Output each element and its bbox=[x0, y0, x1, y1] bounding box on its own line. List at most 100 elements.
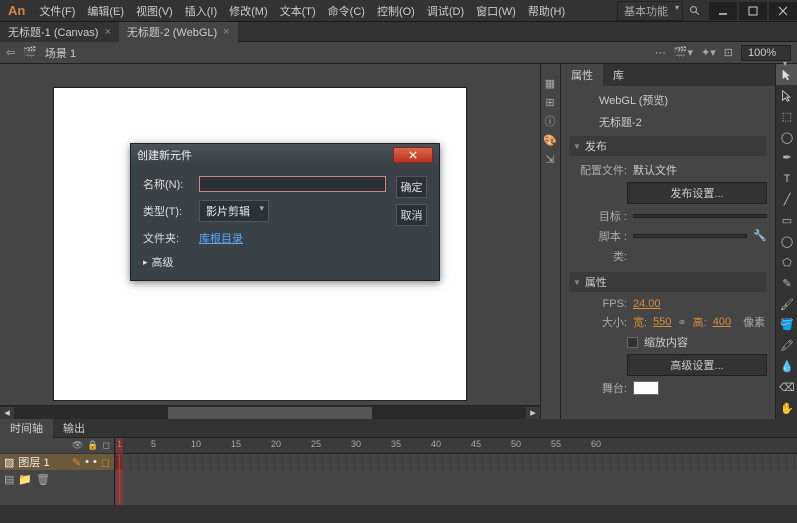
profile-value: 默认文件 bbox=[633, 162, 677, 178]
tab-timeline[interactable]: 时间轴 bbox=[0, 418, 53, 438]
polystar-tool[interactable]: ⬠ bbox=[776, 252, 797, 273]
menu-insert[interactable]: 插入(I) bbox=[179, 3, 223, 19]
stage-color-chip[interactable] bbox=[633, 381, 659, 395]
timeline-ruler[interactable]: 151015202530354045505560 bbox=[115, 438, 797, 454]
window-close-button[interactable] bbox=[769, 2, 797, 20]
window-minimize-button[interactable] bbox=[709, 2, 737, 20]
oval-tool[interactable]: ◯ bbox=[776, 231, 797, 252]
panel-icon-1[interactable]: ▦ bbox=[541, 74, 559, 92]
symbol-folder-link[interactable]: 库根目录 bbox=[199, 230, 243, 246]
ruler-mark: 10 bbox=[191, 439, 201, 449]
target-select[interactable] bbox=[633, 214, 767, 218]
tab-properties[interactable]: 属性 bbox=[561, 64, 603, 86]
fit-icon[interactable]: ⊡ bbox=[724, 46, 733, 59]
symbol-name-input[interactable] bbox=[199, 176, 386, 192]
cancel-button[interactable]: 取消 bbox=[396, 204, 427, 226]
workspace-selector[interactable]: 基本功能 bbox=[617, 1, 683, 21]
menu-text[interactable]: 文本(T) bbox=[274, 3, 322, 19]
symbol-icon[interactable]: ✦▾ bbox=[701, 46, 716, 59]
ruler-mark: 50 bbox=[511, 439, 521, 449]
eye-icon[interactable]: 👁 bbox=[72, 440, 83, 451]
target-label: 目标 : bbox=[577, 208, 627, 224]
symbol-type-select[interactable]: 影片剪辑 bbox=[199, 200, 269, 222]
subselect-tool[interactable] bbox=[776, 85, 797, 106]
panel-icon-transform[interactable]: ⇲ bbox=[541, 150, 559, 168]
size-label: 大小: bbox=[577, 314, 627, 330]
brush-tool[interactable]: 🖌 bbox=[776, 294, 797, 315]
scroll-left-arrow[interactable]: ◂ bbox=[0, 407, 14, 419]
close-icon[interactable]: × bbox=[223, 26, 229, 38]
tab-output[interactable]: 输出 bbox=[53, 418, 95, 438]
advanced-toggle[interactable]: 高级 bbox=[143, 254, 386, 270]
menu-file[interactable]: 文件(F) bbox=[33, 3, 81, 19]
doc-tab-1[interactable]: 无标题-1 (Canvas)× bbox=[0, 22, 119, 42]
close-icon[interactable]: × bbox=[104, 26, 110, 38]
transform-tool[interactable]: ⬚ bbox=[776, 106, 797, 127]
menu-control[interactable]: 控制(O) bbox=[371, 3, 421, 19]
script-select[interactable] bbox=[633, 234, 747, 238]
fps-value[interactable]: 24.00 bbox=[633, 298, 661, 310]
back-icon[interactable]: ⇦ bbox=[6, 46, 15, 59]
scale-content-label: 缩放内容 bbox=[644, 334, 688, 350]
tab-library[interactable]: 库 bbox=[603, 64, 634, 86]
eyedropper-tool[interactable]: 💧 bbox=[776, 356, 797, 377]
menu-help[interactable]: 帮助(H) bbox=[522, 3, 571, 19]
line-tool[interactable]: ╱ bbox=[776, 189, 797, 210]
menu-commands[interactable]: 命令(C) bbox=[322, 3, 371, 19]
new-layer-button[interactable]: ▤ bbox=[4, 473, 14, 486]
clapper-icon[interactable]: 🎬▾ bbox=[674, 46, 693, 59]
menu-debug[interactable]: 调试(D) bbox=[421, 3, 470, 19]
scroll-thumb[interactable] bbox=[168, 407, 373, 419]
create-symbol-dialog: 创建新元件 名称(N): 类型(T): 影片剪辑 文件夹: 库根目录 高级 bbox=[130, 143, 440, 281]
lasso-tool[interactable]: ◯ bbox=[776, 127, 797, 148]
stage-options-icon[interactable]: ⋯ bbox=[655, 46, 666, 59]
menu-modify[interactable]: 修改(M) bbox=[223, 3, 274, 19]
main-menu: 文件(F) 编辑(E) 视图(V) 插入(I) 修改(M) 文本(T) 命令(C… bbox=[33, 3, 617, 19]
app-logo: An bbox=[0, 3, 33, 18]
doc-name-label: 无标题-2 bbox=[599, 114, 767, 130]
ruler-mark: 20 bbox=[271, 439, 281, 449]
horizontal-scrollbar[interactable]: ◂ ▸ bbox=[0, 405, 540, 419]
px-label: 像素 bbox=[743, 314, 765, 330]
doc-tab-2[interactable]: 无标题-2 (WebGL)× bbox=[119, 22, 238, 42]
new-folder-button[interactable]: 📁 bbox=[18, 473, 32, 486]
section-publish[interactable]: 发布 bbox=[569, 136, 767, 156]
outline-icon[interactable]: ◻ bbox=[103, 440, 110, 451]
bucket-tool[interactable]: 🪣 bbox=[776, 315, 797, 336]
section-properties[interactable]: 属性 bbox=[569, 272, 767, 292]
text-tool[interactable]: T bbox=[776, 168, 797, 189]
scene-icon[interactable]: 🎬 bbox=[23, 46, 37, 59]
link-icon[interactable]: ⚭ bbox=[677, 316, 686, 329]
lock-icon[interactable]: 🔒 bbox=[87, 440, 98, 451]
window-maximize-button[interactable] bbox=[739, 2, 767, 20]
inkbottle-tool[interactable]: 🖍 bbox=[776, 335, 797, 356]
panel-icon-align[interactable]: ⊞ bbox=[541, 93, 559, 111]
layer-name: 图层 1 bbox=[18, 454, 49, 470]
eraser-tool[interactable]: ⌫ bbox=[776, 377, 797, 398]
publish-settings-button[interactable]: 发布设置... bbox=[627, 182, 767, 204]
pencil-tool[interactable]: ✎ bbox=[776, 273, 797, 294]
frame-row[interactable] bbox=[115, 454, 797, 470]
pen-tool[interactable]: ✒ bbox=[776, 148, 797, 169]
panel-icon-info[interactable]: ⓘ bbox=[541, 112, 559, 130]
advanced-settings-button[interactable]: 高级设置... bbox=[627, 354, 767, 376]
width-value[interactable]: 550 bbox=[653, 316, 671, 328]
height-value[interactable]: 400 bbox=[713, 316, 731, 328]
dialog-close-button[interactable] bbox=[393, 147, 433, 163]
delete-layer-button[interactable]: 🗑 bbox=[36, 473, 50, 486]
menu-edit[interactable]: 编辑(E) bbox=[81, 3, 130, 19]
ruler-mark: 45 bbox=[471, 439, 481, 449]
rect-tool[interactable]: ▭ bbox=[776, 210, 797, 231]
layer-row[interactable]: ▨ 图层 1 ✎ ••◻ bbox=[0, 454, 114, 470]
panel-icon-swatches[interactable]: 🎨 bbox=[541, 131, 559, 149]
zoom-selector[interactable]: 100% bbox=[741, 45, 791, 61]
hand-tool[interactable]: ✋ bbox=[776, 398, 797, 419]
menu-view[interactable]: 视图(V) bbox=[130, 3, 179, 19]
search-icon[interactable] bbox=[683, 5, 707, 17]
menu-window[interactable]: 窗口(W) bbox=[470, 3, 522, 19]
scale-content-checkbox[interactable] bbox=[627, 337, 638, 348]
scroll-right-arrow[interactable]: ▸ bbox=[526, 407, 540, 419]
wrench-icon[interactable]: 🔧 bbox=[753, 229, 767, 243]
scene-name: 场景 1 bbox=[45, 45, 76, 61]
ok-button[interactable]: 确定 bbox=[396, 176, 427, 198]
